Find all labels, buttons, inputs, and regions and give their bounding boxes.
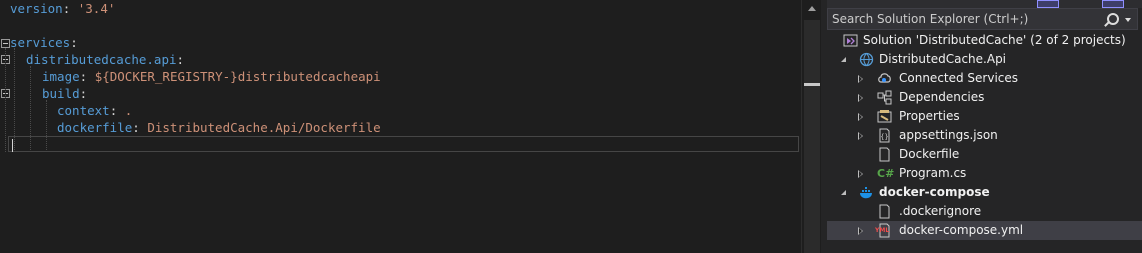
svg-text:{}: {}	[880, 133, 888, 141]
code-editor[interactable]: version: '3.4' services: distributedcach…	[0, 0, 801, 253]
expanded-arrow-icon[interactable]	[841, 57, 846, 62]
scrollbar-position-marker	[804, 83, 820, 86]
text-caret	[12, 139, 13, 152]
yml-badge: YML	[875, 227, 890, 234]
code-line-6: build:	[42, 86, 88, 101]
connected-services-icon	[878, 73, 891, 83]
tree-item-docker-compose[interactable]: docker-compose	[827, 183, 1142, 202]
tree-item-docker-compose-yml[interactable]: YML docker-compose.yml	[827, 221, 1142, 240]
solution-explorer-panel: Search Solution Explorer (Ctrl+;) Soluti…	[827, 0, 1142, 253]
fold-toggle-icon[interactable]	[1, 39, 10, 48]
file-icon	[879, 204, 890, 219]
dependencies-icon	[877, 90, 892, 105]
search-input[interactable]: Search Solution Explorer (Ctrl+;)	[832, 12, 1028, 26]
code-line-7: context: .	[57, 103, 133, 118]
code-line-8: dockerfile: DistributedCache.Api/Dockerf…	[57, 120, 381, 135]
docker-icon	[860, 187, 872, 199]
current-line-highlight	[8, 136, 799, 152]
collapsed-arrow-icon[interactable]	[858, 227, 863, 235]
editor-vertical-scrollbar[interactable]	[801, 0, 822, 253]
solution-explorer-search[interactable]: Search Solution Explorer (Ctrl+;)	[827, 8, 1138, 30]
tree-item-properties[interactable]: Properties	[827, 107, 1142, 126]
solution-icon	[843, 34, 858, 47]
tree-item-solution[interactable]: Solution 'DistributedCache' (2 of 2 proj…	[827, 31, 1142, 50]
collapsed-arrow-icon[interactable]	[858, 113, 863, 121]
collapsed-arrow-icon[interactable]	[858, 94, 863, 102]
code-line-1: version: '3.4'	[10, 1, 116, 16]
indent-guide	[5, 48, 6, 152]
tree-item-dockerfile[interactable]: Dockerfile	[827, 145, 1142, 164]
tree-item-dependencies[interactable]: Dependencies	[827, 88, 1142, 107]
scrollbar-track[interactable]	[804, 20, 820, 253]
toolbar-button[interactable]	[1102, 0, 1124, 8]
tree-item-project-api[interactable]: DistributedCache.Api	[827, 50, 1142, 69]
tree-item-connected-services[interactable]: Connected Services	[827, 69, 1142, 88]
code-line-5: image: ${DOCKER_REGISTRY-}distributedcac…	[42, 69, 381, 84]
code-line-3: services:	[10, 35, 78, 50]
csharp-file-icon: C#	[877, 167, 895, 180]
tree-item-dockerignore[interactable]: .dockerignore	[827, 202, 1142, 221]
tree-item-program[interactable]: C# Program.cs	[827, 164, 1142, 183]
expanded-arrow-icon[interactable]	[841, 190, 846, 195]
toolbar-button[interactable]	[1037, 0, 1059, 8]
tree-item-appsettings[interactable]: {} appsettings.json	[827, 126, 1142, 145]
search-icon[interactable]	[1107, 13, 1119, 25]
properties-icon	[877, 110, 892, 123]
chevron-down-icon[interactable]	[1125, 18, 1131, 22]
json-file-icon: {}	[879, 128, 890, 143]
collapsed-arrow-icon[interactable]	[858, 170, 863, 178]
code-line-4: distributedcache.api:	[26, 52, 185, 67]
file-icon	[879, 147, 890, 162]
scroll-up-arrow-icon[interactable]	[808, 6, 816, 11]
collapsed-arrow-icon[interactable]	[858, 132, 863, 140]
csharp-project-icon	[859, 52, 874, 67]
collapsed-arrow-icon[interactable]	[858, 75, 863, 83]
solution-explorer-toolbar	[827, 0, 1142, 8]
